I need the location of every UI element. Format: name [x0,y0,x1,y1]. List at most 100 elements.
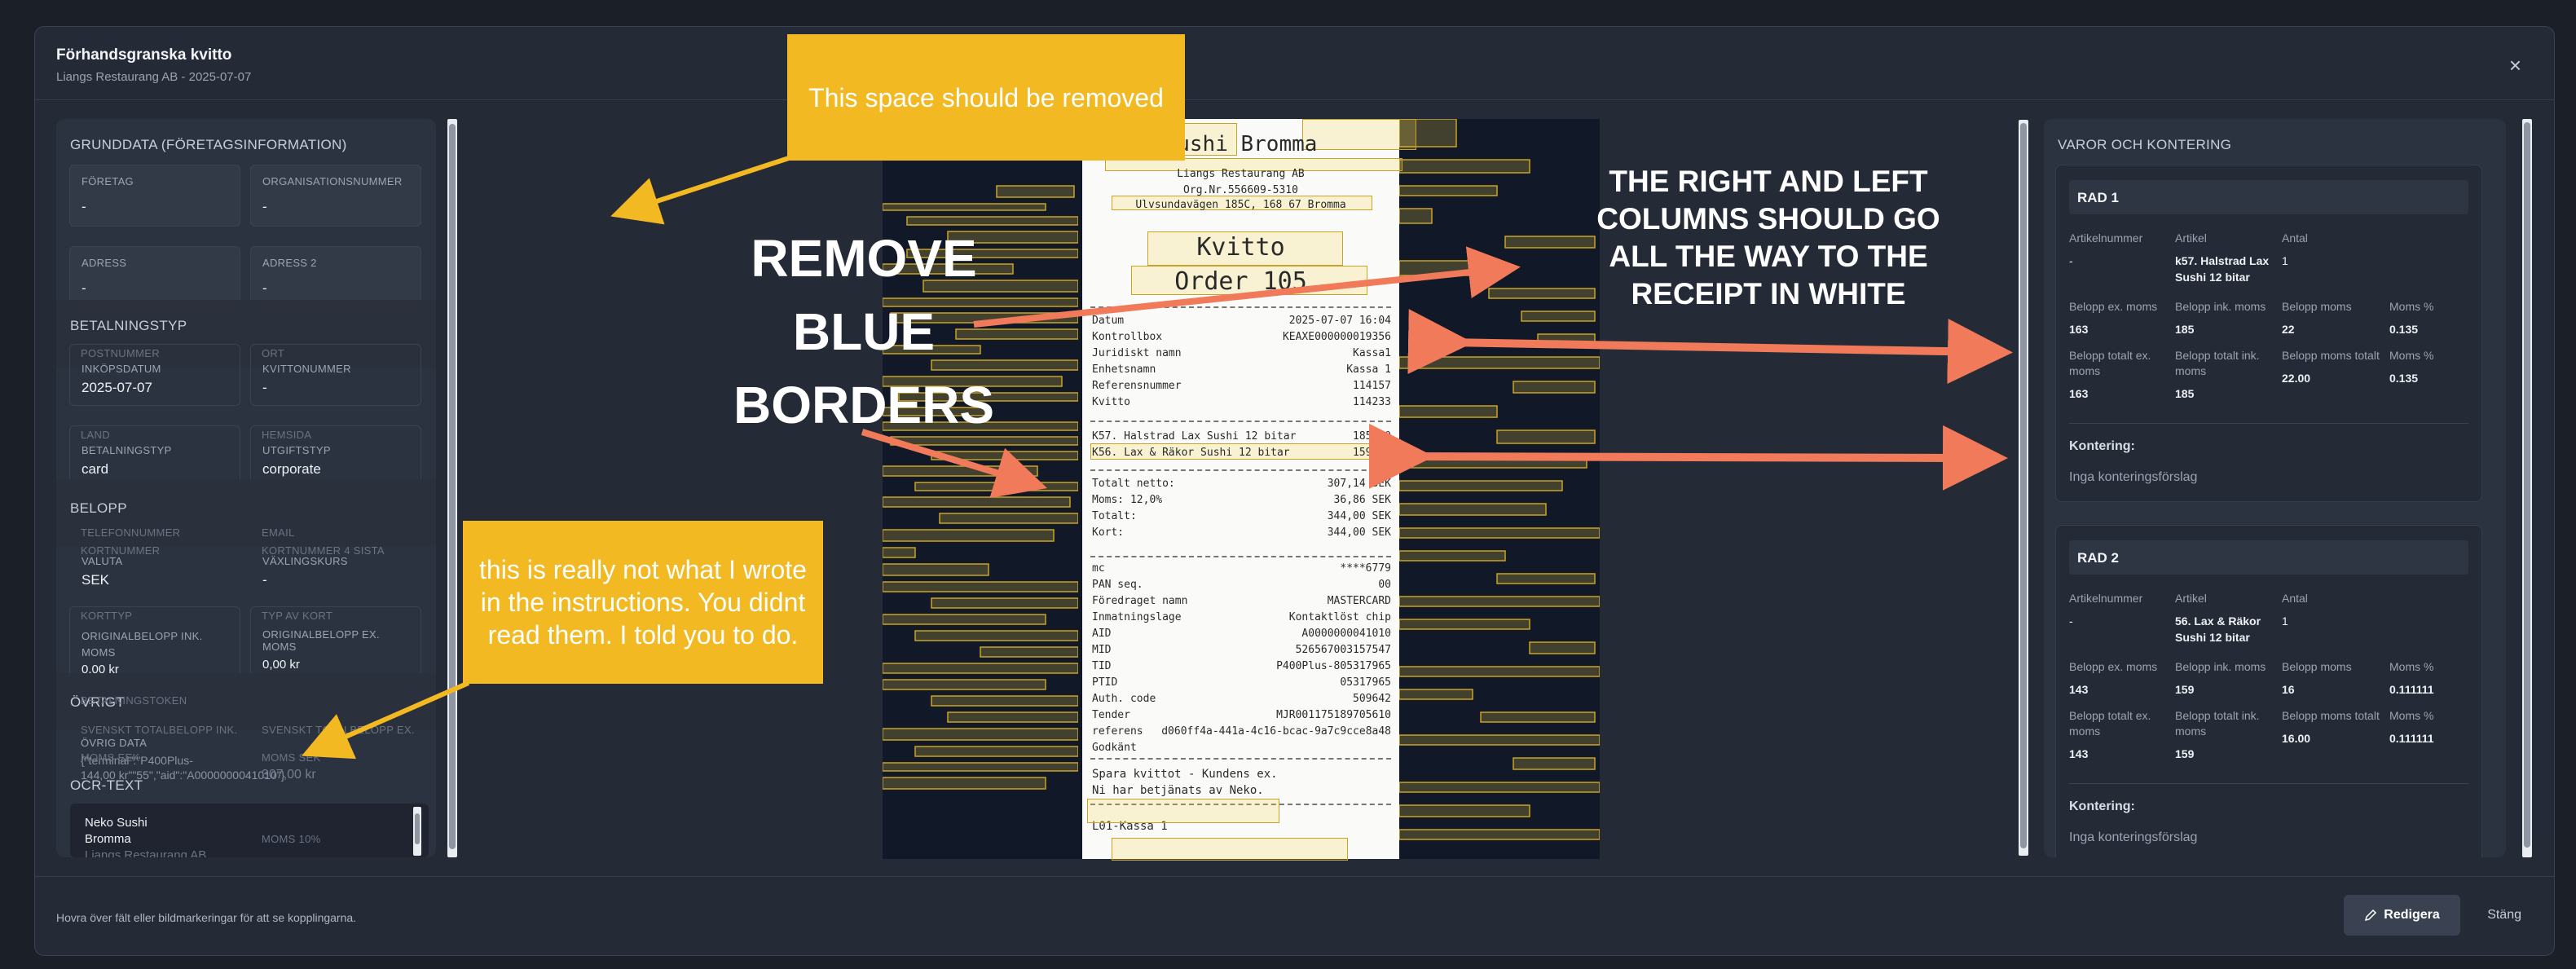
receipt-info-row-value: KEAXE000000019356 [1282,331,1391,343]
field-utgiftstyp[interactable]: UTGIFTSTYP corporate [250,425,421,487]
highlight-box [883,762,1078,772]
field-valuta[interactable]: VALUTA SEK [69,526,240,588]
highlight-box [883,465,1038,477]
field-foretag[interactable]: FÖRETAG - [69,165,240,227]
row-field-btmoms: Belopp moms totalt 16.00 [2282,708,2389,762]
highlight-box [931,451,1078,460]
receipt-card-row-value: 509642 [1353,693,1391,705]
field-orig-ink[interactable]: ORIGINALBELOPP INK. MOMS 0,00 kr [69,606,240,681]
row-field-bex: Belopp ex. moms 163 [2069,299,2175,337]
row-card-title: RAD 2 [2069,540,2468,575]
modal-header: Förhandsgranska kvitto Liangs Restaurang… [35,27,2554,100]
row-field-value: 1 [2282,614,2288,628]
highlight-box [883,663,1078,674]
row-field-antal: Antal 1 [2282,231,2389,285]
row-grid-1: Artikelnummer - Artikel 56. Lax & Räkor Sus… [2069,591,2487,645]
row-card[interactable]: RAD 1 Artikelnummer - Artikel k57. Halstrad … [2055,165,2482,502]
field-orig-ex[interactable]: ORIGINALBELOPP EX. MOMS 0,00 kr [250,606,421,681]
highlight-box [1399,619,1530,630]
row-field-bmoms: Belopp moms 16 [2282,659,2389,698]
left-panel-scrollbar[interactable] [447,119,457,857]
receipt-card-row-label: Godkänt [1092,742,1137,754]
receipt-total-row: Totalt netto: 307,14 SEK [1092,478,1391,490]
receipt-total-row-label: Kort: [1092,526,1125,539]
highlight-box [1399,260,1473,276]
receipt-total-row-value: 344,00 SEK [1327,526,1391,539]
row-field-label: Moms % [2389,709,2434,722]
left-data-panel[interactable]: GRUNDDATA (FÖRETAGSINFORMATION) FÖRETAG … [56,119,436,857]
receipt-info-row: Juridiskt namn Kassa1 [1092,347,1391,359]
receipt-footer-2: Ni har betjänats av Neko. [1092,784,1264,797]
field-orgnr[interactable]: ORGANISATIONSNUMMER - [250,165,421,227]
receipt-total-row: Moms: 12,0% 36,86 SEK [1092,494,1391,506]
row-card-title: RAD 1 [2069,180,2468,214]
field-vaxlingskurs-label: VÄXLINGSKURS [262,555,348,567]
field-orgnr-label: ORGANISATIONSNUMMER [262,175,403,187]
receipt-card-row-label: TID [1092,660,1112,672]
divider [2069,783,2468,784]
receipt-info-row-label: Enhetsnamn [1092,363,1156,376]
row-field-label: Moms % [2389,349,2434,362]
receipt-kvitto: Kvitto [1196,233,1285,262]
modal-footer: Hovra över fält eller bildmarkeringar fö… [35,876,2554,955]
field-inkopsdatum[interactable]: INKÖPSDATUM 2025-07-07 [69,344,240,406]
receipt-order: Order 105 [1174,267,1307,296]
edit-button[interactable]: Redigera [2344,895,2460,936]
receipt-item-row-value: 185,00 [1353,430,1391,443]
field-orgnr-value: - [262,199,267,214]
field-adress[interactable]: ADRESS - [69,246,240,308]
receipt-address: Ulvsundavägen 185C, 168 67 Bromma [1135,199,1346,211]
receipt-card-row-value: 05317965 [1340,676,1391,689]
close-icon[interactable]: × [2509,55,2521,76]
highlight-box [1529,641,1596,654]
row-field-btex: Belopp totalt ex. moms 143 [2069,708,2175,762]
receipt-card-row-label: Tender [1092,709,1130,721]
row-field-label: Artikelnummer [2069,231,2143,244]
highlight-box [1399,480,1563,491]
highlight-box [914,746,1078,757]
field-kvittonummer[interactable]: KVITTONUMMER - [250,344,421,406]
receipt-card-row-label: Föredraget namn [1092,595,1188,607]
row-grid-3: Belopp totalt ex. moms 163 Belopp totalt i… [2069,348,2487,402]
row-card[interactable]: RAD 2 Artikelnummer - Artikel 56. Lax & Räko… [2055,525,2482,857]
right-panel-scrollbar[interactable] [2522,119,2532,857]
receipt-card-row-value: A0000000041010 [1301,628,1391,640]
field-betalningstyp-label: BETALNINGSTYP [81,444,172,456]
highlight-box [1399,456,1587,469]
highlight-box [980,646,1078,658]
row-field-value: 0.135 [2389,323,2419,336]
field-orig-ex-label: ORIGINALBELOPP EX. MOMS [262,628,380,653]
receipt-scrollbar[interactable] [2019,120,2028,856]
highlight-box [1496,573,1596,584]
field-inkopsdatum-label: INKÖPSDATUM [81,363,161,375]
row-field-value: 0.135 [2389,372,2419,385]
right-items-panel[interactable]: VAROR OCH KONTERING RAD 1 Artikelnummer - A… [2044,119,2506,857]
highlight-box [1399,804,1530,817]
field-vaxlingskurs[interactable]: VÄXLINGSKURS - [250,526,421,588]
ocr-text-area[interactable]: Neko Sushi Bromma Liangs Restaurang AB [70,804,429,857]
receipt-card-row: AID A0000000041010 [1092,628,1391,640]
ghost-moms-eek: MOMS EEK [81,751,140,764]
receipt-item-row: K57. Halstrad Lax Sushi 12 bitar 185,00 [1092,430,1391,443]
row-field-value: 143 [2069,683,2089,696]
highlight-box [1399,356,1600,369]
field-betalningstyp[interactable]: BETALNINGSTYP card [69,425,240,487]
field-valuta-label: VALUTA [81,555,123,567]
row-field-value: 0.111111 [2389,732,2434,745]
row-field-btink: Belopp totalt ink. moms 185 [2175,348,2282,402]
receipt-card-row: mc ****6779 [1092,562,1391,575]
row-field-mpct2: Moms % 0.111111 [2389,708,2487,762]
row-field-value: - [2069,254,2073,267]
field-adress2[interactable]: ADRESS 2 - [250,246,421,308]
receipt-paper: Sushi Bromma Liangs Restaurang AB Org.Nr… [1082,119,1416,861]
receipt-total-row-label: Totalt netto: [1092,478,1175,490]
receipt-card-row: MID 526567003157547 [1092,644,1391,656]
highlight-box [883,529,1055,542]
highlight-box [1513,381,1596,394]
close-button[interactable]: Stäng [2487,908,2521,923]
ocr-scrollbar[interactable] [413,807,421,856]
receipt-item-row: K56. Lax & Räkor Sushi 12 bitar 159,00 [1092,447,1391,459]
receipt-info-row-value: 114233 [1353,396,1391,408]
highlight-box [1399,405,1498,418]
receipt-footer-1: Spara kvittot - Kundens ex. [1092,768,1278,781]
